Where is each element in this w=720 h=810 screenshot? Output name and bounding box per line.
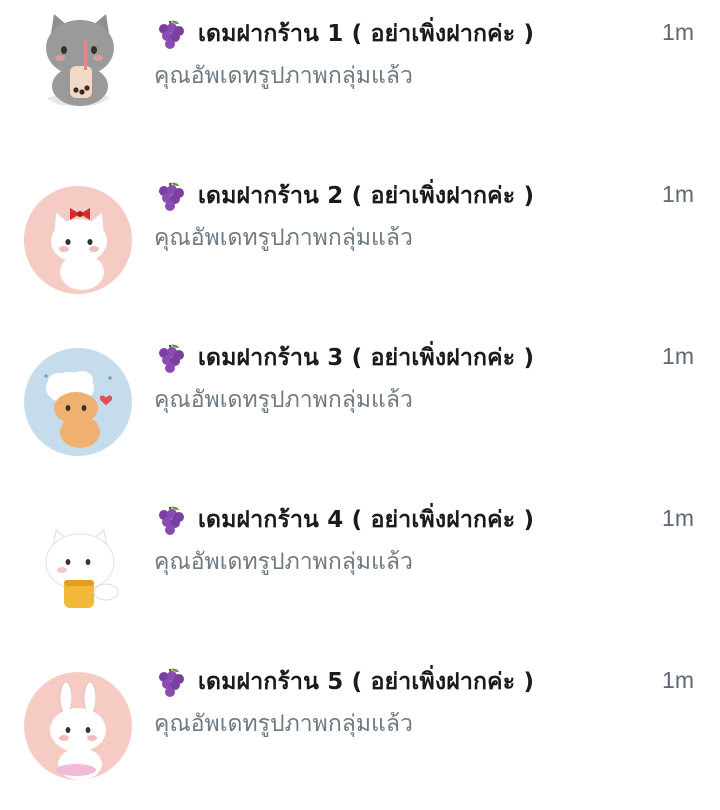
notification-subtitle: คุณอัพเดทรูปภาพกลุ่มแล้ว <box>154 63 413 89</box>
title-line: เดมฝากร้าน 5 ( อย่าเพิ่งฝากค่ะ ) <box>154 666 534 698</box>
timestamp: 1m <box>662 667 694 693</box>
timestamp: 1m <box>662 343 694 369</box>
notification-title: เดมฝากร้าน 1 ( อย่าเพิ่งฝากค่ะ ) <box>198 21 535 47</box>
notification-subtitle: คุณอัพเดทรูปภาพกลุ่มแล้ว <box>154 711 413 737</box>
notification-item[interactable]: เดมฝากร้าน 5 ( อย่าเพิ่งฝากค่ะ ) 1m คุณอ… <box>0 648 720 810</box>
grape-icon <box>154 18 186 50</box>
notification-item[interactable]: เดมฝากร้าน 4 ( อย่าเพิ่งฝากค่ะ ) 1m คุณอ… <box>0 486 720 648</box>
chef-cat-icon[interactable] <box>24 348 132 456</box>
bunny-cat-icon[interactable] <box>24 672 132 780</box>
grape-icon <box>154 342 186 374</box>
notification-title: เดมฝากร้าน 3 ( อย่าเพิ่งฝากค่ะ ) <box>198 345 535 371</box>
notification-item[interactable]: เดมฝากร้าน 1 ( อย่าเพิ่งฝากค่ะ ) 1m คุณอ… <box>0 0 720 162</box>
grape-icon <box>154 504 186 536</box>
white-cat-red-bow-icon[interactable] <box>24 186 132 294</box>
notification-subtitle: คุณอัพเดทรูปภาพกลุ่มแล้ว <box>154 549 413 575</box>
notification-title: เดมฝากร้าน 5 ( อย่าเพิ่งฝากค่ะ ) <box>198 669 535 695</box>
cat-eating-snack-icon[interactable] <box>24 510 132 618</box>
timestamp: 1m <box>662 505 694 531</box>
notification-title: เดมฝากร้าน 2 ( อย่าเพิ่งฝากค่ะ ) <box>198 183 535 209</box>
title-line: เดมฝากร้าน 3 ( อย่าเพิ่งฝากค่ะ ) <box>154 342 534 374</box>
notification-subtitle: คุณอัพเดทรูปภาพกลุ่มแล้ว <box>154 387 413 413</box>
title-line: เดมฝากร้าน 1 ( อย่าเพิ่งฝากค่ะ ) <box>154 18 534 50</box>
timestamp: 1m <box>662 181 694 207</box>
notification-title: เดมฝากร้าน 4 ( อย่าเพิ่งฝากค่ะ ) <box>198 507 535 533</box>
title-line: เดมฝากร้าน 2 ( อย่าเพิ่งฝากค่ะ ) <box>154 180 534 212</box>
timestamp: 1m <box>662 19 694 45</box>
notification-list: เดมฝากร้าน 1 ( อย่าเพิ่งฝากค่ะ ) 1m คุณอ… <box>0 0 720 810</box>
grape-icon <box>154 180 186 212</box>
gray-cat-boba-icon[interactable] <box>24 0 132 108</box>
notification-item[interactable]: เดมฝากร้าน 2 ( อย่าเพิ่งฝากค่ะ ) 1m คุณอ… <box>0 162 720 324</box>
grape-icon <box>154 666 186 698</box>
notification-item[interactable]: เดมฝากร้าน 3 ( อย่าเพิ่งฝากค่ะ ) 1m คุณอ… <box>0 324 720 486</box>
title-line: เดมฝากร้าน 4 ( อย่าเพิ่งฝากค่ะ ) <box>154 504 534 536</box>
notification-subtitle: คุณอัพเดทรูปภาพกลุ่มแล้ว <box>154 225 413 251</box>
